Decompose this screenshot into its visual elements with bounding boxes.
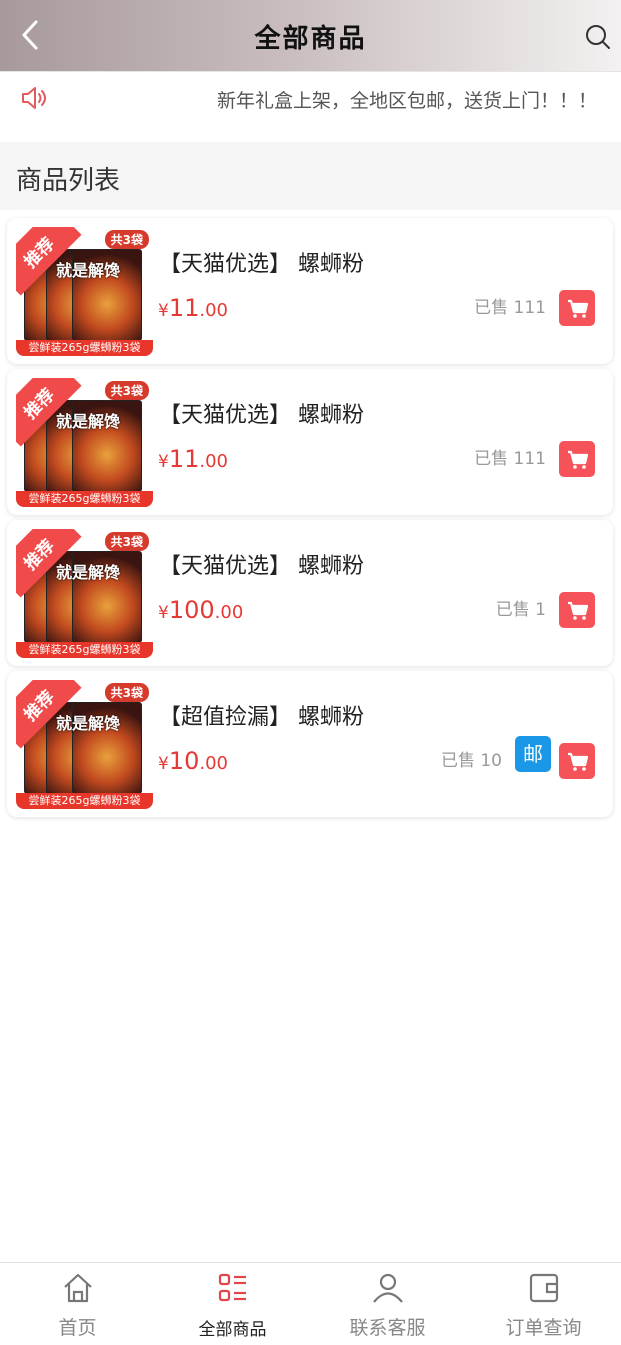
sold-count: 已售 10 xyxy=(440,751,502,771)
sold-count: 已售 111 xyxy=(474,298,546,318)
thumb-bottom-text: 尝鲜装265g螺蛳粉3袋 xyxy=(16,491,153,507)
count-tag: 共3袋 xyxy=(104,532,149,551)
tab-home[interactable]: 首页 xyxy=(0,1263,155,1345)
section-title: 商品列表 xyxy=(16,166,121,196)
product-card[interactable]: 就是解馋 推荐 共3袋 尝鲜装265g螺蛳粉3袋 【天猫优选】 螺蛳粉 ¥11.… xyxy=(7,369,613,515)
add-to-cart-button[interactable] xyxy=(559,592,595,628)
speaker-icon xyxy=(22,87,46,109)
cart-icon xyxy=(568,601,589,620)
tab-label: 首页 xyxy=(58,1317,97,1339)
price-integer: 11 xyxy=(168,294,200,322)
thumb-bottom-text: 尝鲜装265g螺蛳粉3袋 xyxy=(16,642,153,658)
price-decimal: .00 xyxy=(199,300,229,321)
thumb-bottom-text: 尝鲜装265g螺蛳粉3袋 xyxy=(16,340,153,356)
tab-all-products[interactable]: 全部商品 xyxy=(155,1263,310,1345)
user-icon xyxy=(373,1273,403,1303)
thumb-headline: 就是解馋 xyxy=(56,261,121,280)
bottom-tab-bar: 首页 全部商品 联系客服 订单查询 xyxy=(0,1262,621,1344)
count-tag: 共3袋 xyxy=(104,381,149,400)
price-currency: ¥ xyxy=(158,301,169,321)
thumb-headline: 就是解馋 xyxy=(56,714,121,733)
product-image[interactable]: 就是解馋 推荐 共3袋 尝鲜装265g螺蛳粉3袋 xyxy=(16,680,153,809)
list-icon xyxy=(218,1273,246,1302)
tab-label: 订单查询 xyxy=(505,1317,582,1339)
product-price: ¥10.00 xyxy=(158,747,228,775)
product-name[interactable]: 【超值捡漏】 螺蛳粉 xyxy=(159,699,364,731)
product-name[interactable]: 【天猫优选】 螺蛳粉 xyxy=(159,397,364,429)
product-card[interactable]: 就是解馋 推荐 共3袋 尝鲜装265g螺蛳粉3袋 【天猫优选】 螺蛳粉 ¥11.… xyxy=(7,218,613,364)
add-to-cart-button[interactable] xyxy=(559,743,595,779)
free-shipping-badge[interactable]: 邮 xyxy=(515,736,551,772)
price-currency: ¥ xyxy=(158,603,169,623)
count-tag: 共3袋 xyxy=(104,683,149,702)
product-name[interactable]: 【天猫优选】 螺蛳粉 xyxy=(159,548,364,580)
thumb-headline: 就是解馋 xyxy=(56,563,121,582)
price-integer: 11 xyxy=(168,445,200,473)
product-price: ¥11.00 xyxy=(158,294,228,322)
product-image[interactable]: 就是解馋 推荐 共3袋 尝鲜装265g螺蛳粉3袋 xyxy=(16,378,153,507)
search-button[interactable] xyxy=(583,22,613,52)
price-integer: 10 xyxy=(168,747,200,775)
top-bar: 全部商品 xyxy=(0,0,621,72)
page-title: 全部商品 xyxy=(254,24,367,54)
price-integer: 100 xyxy=(168,596,215,624)
add-to-cart-button[interactable] xyxy=(559,441,595,477)
product-price: ¥100.00 xyxy=(158,596,243,624)
price-currency: ¥ xyxy=(158,452,169,472)
price-currency: ¥ xyxy=(158,754,169,774)
search-icon xyxy=(586,25,610,49)
product-card[interactable]: 就是解馋 推荐 共3袋 尝鲜装265g螺蛳粉3袋 【天猫优选】 螺蛳粉 ¥100… xyxy=(7,520,613,666)
sold-count: 已售 1 xyxy=(495,600,546,620)
cart-icon xyxy=(568,299,589,318)
wallet-icon xyxy=(529,1273,559,1303)
count-tag: 共3袋 xyxy=(104,230,149,249)
product-price: ¥11.00 xyxy=(158,445,228,473)
cart-icon xyxy=(568,752,589,771)
cart-icon xyxy=(568,450,589,469)
product-name[interactable]: 【天猫优选】 螺蛳粉 xyxy=(159,246,364,278)
product-image[interactable]: 就是解馋 推荐 共3袋 尝鲜装265g螺蛳粉3袋 xyxy=(16,227,153,356)
thumb-headline: 就是解馋 xyxy=(56,412,121,431)
tab-order-query[interactable]: 订单查询 xyxy=(466,1263,621,1345)
price-decimal: .00 xyxy=(214,602,244,623)
notice-bar: 新年礼盒上架，全地区包邮，送货上门！！！ xyxy=(0,72,621,142)
section-header: 商品列表 xyxy=(0,142,621,210)
price-decimal: .00 xyxy=(199,451,229,472)
product-image[interactable]: 就是解馋 推荐 共3袋 尝鲜装265g螺蛳粉3袋 xyxy=(16,529,153,658)
tab-label: 联系客服 xyxy=(349,1317,426,1339)
home-icon xyxy=(64,1273,92,1303)
tab-label: 全部商品 xyxy=(198,1320,267,1340)
sold-count: 已售 111 xyxy=(474,449,546,469)
add-to-cart-button[interactable] xyxy=(559,290,595,326)
tab-customer-service[interactable]: 联系客服 xyxy=(310,1263,465,1345)
notice-text: 新年礼盒上架，全地区包邮，送货上门！！！ xyxy=(216,90,597,112)
price-decimal: .00 xyxy=(199,753,229,774)
product-card[interactable]: 就是解馋 推荐 共3袋 尝鲜装265g螺蛳粉3袋 【超值捡漏】 螺蛳粉 ¥10.… xyxy=(7,671,613,817)
thumb-bottom-text: 尝鲜装265g螺蛳粉3袋 xyxy=(16,793,153,809)
